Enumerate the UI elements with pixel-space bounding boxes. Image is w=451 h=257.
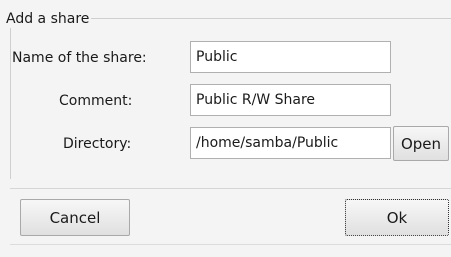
directory-input[interactable] — [190, 127, 391, 159]
separator — [10, 188, 451, 189]
add-share-dialog: Add a share Name of the share: Comment: … — [0, 0, 451, 257]
ok-button[interactable]: Ok — [345, 199, 449, 236]
group-title: Add a share — [4, 10, 92, 28]
comment-input[interactable] — [190, 84, 391, 116]
directory-label: Directory: — [63, 136, 132, 152]
share-name-input[interactable] — [190, 41, 391, 73]
cancel-button[interactable]: Cancel — [20, 199, 130, 236]
open-button[interactable]: Open — [393, 126, 449, 161]
bottom-border — [10, 244, 451, 245]
comment-label: Comment: — [59, 93, 133, 109]
share-name-label: Name of the share: — [12, 50, 147, 66]
